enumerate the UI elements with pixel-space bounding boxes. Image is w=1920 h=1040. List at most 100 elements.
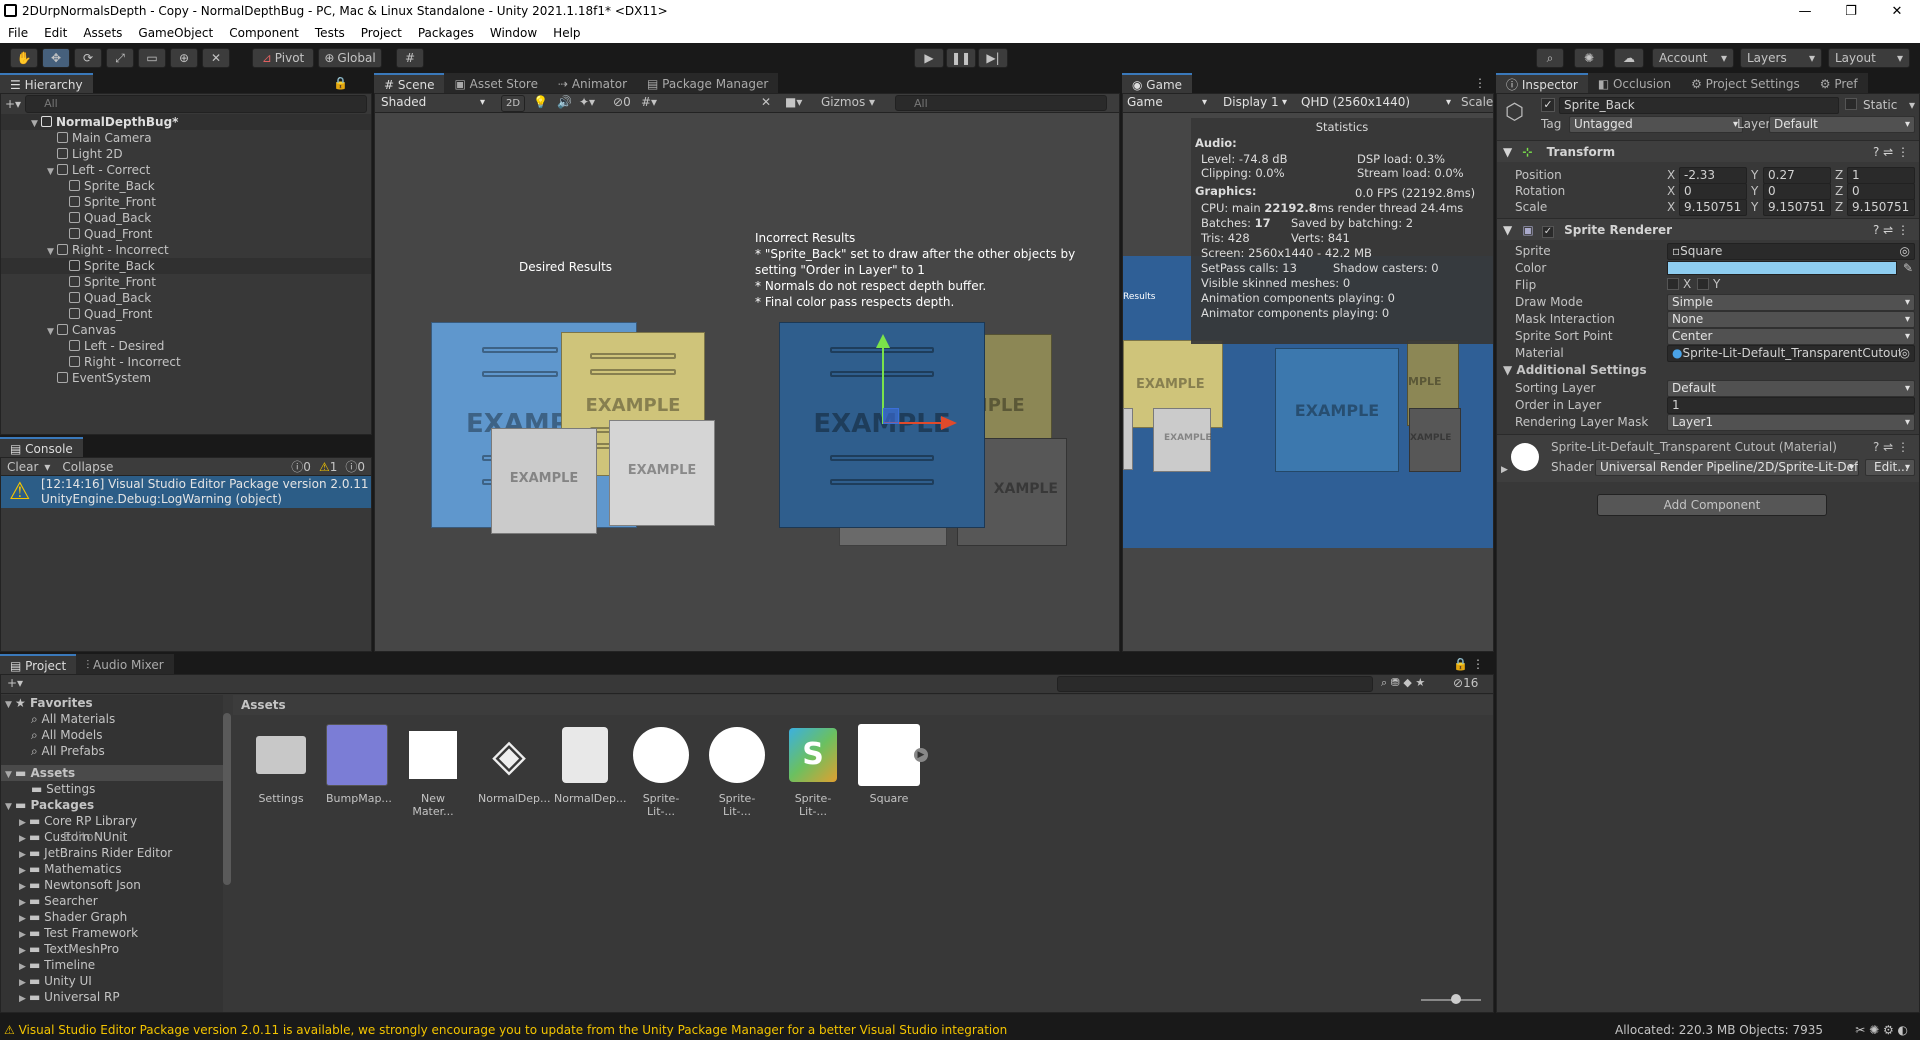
custom-tool-icon[interactable]: ✕: [202, 48, 230, 68]
shader-dropdown[interactable]: Universal Render Pipeline/2D/Sprite-Lit-…: [1595, 459, 1859, 476]
material-field[interactable]: ●Sprite-Lit-Default_TransparentCutout ◎: [1667, 345, 1915, 362]
menu-edit[interactable]: Edit: [36, 23, 75, 43]
package-folder[interactable]: ▶ ▬ Unity UI: [1, 973, 223, 989]
menu-tests[interactable]: Tests: [307, 23, 353, 43]
hand-tool-icon[interactable]: ✋: [10, 48, 38, 68]
component-menu-icons[interactable]: ? ⇌ ⋮: [1873, 141, 1909, 163]
console-entry[interactable]: ⚠ [12:14:16] Visual Studio Editor Packag…: [1, 476, 371, 508]
transform-pz-input[interactable]: 1: [1847, 167, 1915, 184]
rect-tool-icon[interactable]: ▭: [138, 48, 166, 68]
axis-x-label[interactable]: X: [1667, 199, 1675, 215]
hidden-packages-count[interactable]: ⊘16: [1453, 676, 1478, 690]
package-folder[interactable]: ▶ ▬ JetBrains Rider Editor: [1, 845, 223, 861]
transform-tool-icon[interactable]: ⊕: [170, 48, 198, 68]
asset-sprite-lit-2[interactable]: Sprite-Lit-...: [706, 724, 768, 818]
hierarchy-item[interactable]: Sprite_Back: [1, 258, 371, 274]
gizmo-y-arrow[interactable]: [876, 334, 890, 348]
tag-dropdown[interactable]: Untagged: [1569, 116, 1743, 133]
transform-px-input[interactable]: -2.33: [1679, 167, 1747, 184]
sort-point-dropdown[interactable]: Center: [1667, 328, 1915, 345]
rotate-tool-icon[interactable]: ⟳: [74, 48, 102, 68]
axis-z-label[interactable]: Z: [1835, 183, 1843, 199]
favorites-item[interactable]: ▼ ★ Favorites: [1, 695, 223, 711]
hierarchy-search-input[interactable]: All: [25, 95, 367, 113]
info-count[interactable]: ⓘ0: [291, 458, 311, 475]
add-component-button[interactable]: Add Component: [1597, 494, 1827, 516]
menu-help[interactable]: Help: [545, 23, 588, 43]
warning-count[interactable]: ⚠1: [319, 460, 337, 474]
tab-occlusion[interactable]: ◧ Occlusion: [1587, 73, 1682, 93]
hierarchy-item[interactable]: ▼ Left - Correct: [1, 162, 371, 178]
hidden-objects-icon[interactable]: ⊘0: [613, 95, 631, 109]
sorting-layer-dropdown[interactable]: Default: [1667, 380, 1915, 397]
asset-sprite-lit-shader[interactable]: S Sprite-Lit-...: [782, 724, 844, 818]
pkg-editor-folder[interactable]: Editor: [1, 829, 223, 845]
hierarchy-item[interactable]: Left - Desired: [1, 338, 371, 354]
hierarchy-item[interactable]: Right - Incorrect: [1, 354, 371, 370]
fav-all-models[interactable]: ⌕ All Models: [1, 727, 223, 743]
scale-tool-icon[interactable]: ⤢: [106, 48, 134, 68]
more-options-icon[interactable]: ⋮: [1474, 73, 1486, 93]
asset-new-material[interactable]: New Mater...: [402, 724, 464, 818]
maximize-button[interactable]: ❐: [1828, 0, 1874, 23]
assets-folder[interactable]: ▼ ▬ Assets: [1, 765, 223, 781]
hierarchy-item[interactable]: Sprite_Front: [1, 194, 371, 210]
grid-icon[interactable]: #▾: [641, 95, 657, 109]
package-folder[interactable]: ▶ ▬ Searcher: [1, 893, 223, 909]
tab-inspector[interactable]: ⓘ Inspector: [1496, 73, 1588, 93]
tree-scrollbar[interactable]: [223, 713, 231, 885]
move-tool-icon[interactable]: ✥: [42, 48, 70, 68]
breadcrumb[interactable]: Assets: [233, 695, 1493, 715]
packages-folder[interactable]: ▼ ▬ Packages: [1, 797, 223, 813]
cloud-icon[interactable]: ☁: [1614, 48, 1644, 68]
flip-x-checkbox[interactable]: [1667, 278, 1679, 290]
hierarchy-item[interactable]: ▼ Right - Incorrect: [1, 242, 371, 258]
package-folder[interactable]: ▶ ▬ Mathematics: [1, 861, 223, 877]
pause-button[interactable]: ❚❚: [946, 48, 976, 68]
zoom-slider-handle[interactable]: [1451, 994, 1461, 1004]
hierarchy-item[interactable]: Sprite_Front: [1, 274, 371, 290]
menu-project[interactable]: Project: [353, 23, 410, 43]
package-folder[interactable]: ▶ ▬ Test Framework: [1, 925, 223, 941]
search-icon[interactable]: ⌕: [1536, 48, 1564, 68]
settings-folder[interactable]: ▬ Settings: [1, 781, 223, 797]
mode-2d-toggle[interactable]: 2D: [501, 95, 525, 112]
menu-assets[interactable]: Assets: [75, 23, 130, 43]
asset-normaldepth-scene[interactable]: ◈ NormalDep...: [478, 724, 551, 806]
asset-bumpmap[interactable]: BumpMap...: [326, 724, 392, 805]
transform-rx-input[interactable]: 0: [1679, 183, 1747, 200]
package-folder[interactable]: ▶ ▬ Core RP Library: [1, 813, 223, 829]
quad-front-left[interactable]: EXAMPLE: [609, 420, 715, 526]
gameobject-name-input[interactable]: Sprite_Back: [1559, 97, 1839, 114]
tab-asset-store[interactable]: ▣ Asset Store: [444, 73, 548, 93]
asset-sprite-lit-1[interactable]: Sprite-Lit-...: [630, 724, 692, 818]
axis-x-label[interactable]: X: [1667, 167, 1675, 183]
pivot-toggle[interactable]: ⊿ Pivot: [252, 48, 314, 68]
layer-dropdown[interactable]: Default: [1769, 116, 1915, 133]
tab-preferences[interactable]: ⚙ Pref: [1809, 73, 1868, 93]
component-menu-icons[interactable]: ? ⇌ ⋮: [1873, 439, 1909, 455]
error-count[interactable]: ⓘ0: [345, 458, 365, 475]
hierarchy-item[interactable]: Quad_Back: [1, 210, 371, 226]
collapse-button[interactable]: Collapse: [56, 460, 119, 474]
scene-search-input[interactable]: All: [895, 95, 1107, 111]
hierarchy-item[interactable]: EventSystem: [1, 370, 371, 386]
axis-y-label[interactable]: Y: [1751, 167, 1758, 183]
asset-settings-folder[interactable]: Settings: [250, 724, 312, 805]
camera-icon[interactable]: ■▾: [785, 95, 802, 109]
tools-icon[interactable]: ✕: [761, 95, 771, 109]
draw-mode-dropdown[interactable]: Simple: [1667, 294, 1915, 311]
hierarchy-item[interactable]: Sprite_Back: [1, 178, 371, 194]
lighting-icon[interactable]: 💡: [533, 95, 548, 109]
transform-sy-input[interactable]: 9.150751: [1763, 199, 1831, 216]
tab-hierarchy[interactable]: ☰ Hierarchy: [0, 73, 93, 93]
menu-packages[interactable]: Packages: [410, 23, 482, 43]
menu-file[interactable]: File: [0, 23, 36, 43]
status-message[interactable]: Visual Studio Editor Package version 2.0…: [19, 1023, 1008, 1037]
axis-x-label[interactable]: X: [1667, 183, 1675, 199]
account-dropdown[interactable]: Account ▾: [1652, 48, 1734, 68]
transform-py-input[interactable]: 0.27: [1763, 167, 1831, 184]
package-folder[interactable]: ▶ ▬ TextMeshPro: [1, 941, 223, 957]
sprite-renderer-header[interactable]: ▼ ▣ ✓ Sprite Renderer ? ⇌ ⋮: [1497, 218, 1919, 240]
effects-icon[interactable]: ✦▾: [579, 95, 595, 109]
